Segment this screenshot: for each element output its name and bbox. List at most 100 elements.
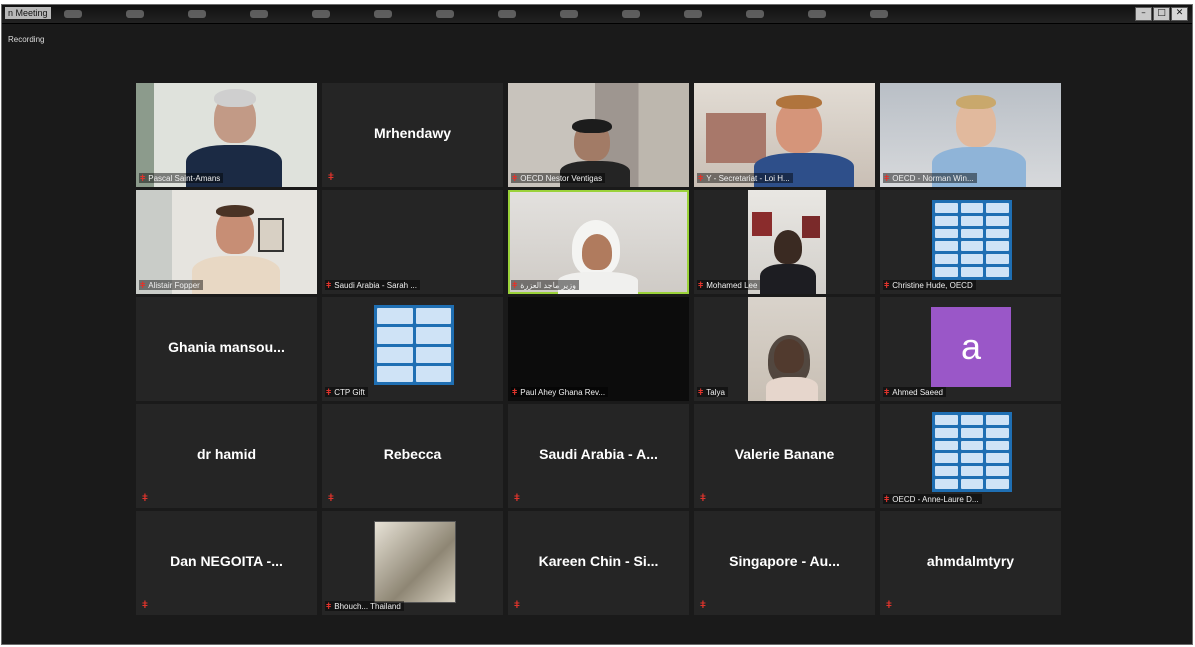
participant-tile[interactable]: ǂ CTP Gift: [322, 297, 503, 401]
participant-name: dr hamid: [196, 446, 257, 462]
muted-mic-icon: ǂ: [512, 280, 518, 290]
person-head: [582, 234, 612, 270]
person-hair: [572, 119, 612, 133]
muted-mic-icon: ǂ: [700, 600, 706, 611]
participant-name: Rebecca: [383, 446, 442, 462]
profile-photo: [374, 521, 456, 603]
muted-mic-icon: ǂ: [698, 387, 704, 397]
muted-mic-icon: ǂ: [328, 493, 334, 504]
participant-tile[interactable]: ǂ Paul Ahey Ghana Rev...: [508, 297, 689, 401]
participant-label: ǂ Paul Ahey Ghana Rev...: [511, 387, 609, 397]
person-hair: [216, 205, 254, 217]
minimize-button[interactable]: –: [1135, 7, 1152, 21]
participant-name: Mrhendawy: [373, 125, 451, 141]
participant-name: Dan NEGOITA -...: [170, 553, 283, 569]
meeting-window: n Meeting – □ ✕ Recording ǂ Pascal Saint-…: [1, 4, 1193, 645]
participant-name: Saudi Arabia - A...: [539, 446, 658, 462]
muted-mic-icon: ǂ: [326, 280, 332, 290]
person-hair: [214, 89, 256, 107]
person-body: [766, 377, 818, 401]
muted-mic-icon: ǂ: [326, 601, 332, 611]
person-body: [192, 256, 280, 294]
participant-tile[interactable]: ǂ Bhouch... Thailand: [322, 511, 503, 615]
muted-mic-icon: ǂ: [140, 173, 146, 183]
close-button[interactable]: ✕: [1171, 7, 1188, 21]
participant-label: ǂ OECD - Anne-Laure D...: [883, 494, 982, 504]
participant-tile[interactable]: Rebecca ǂ: [322, 404, 503, 508]
participant-tile[interactable]: Kareen Chin - Si... ǂ: [508, 511, 689, 615]
participant-tile[interactable]: Singapore - Au... ǂ: [694, 511, 875, 615]
participant-name: Singapore - Au...: [729, 553, 840, 569]
participant-tile[interactable]: ǂ OECD - Anne-Laure D...: [880, 404, 1061, 508]
participant-tile-active-speaker[interactable]: ǂ وزير ماجد العزرة: [508, 190, 689, 294]
muted-mic-icon: ǂ: [328, 172, 334, 183]
person-hair: [956, 95, 996, 109]
person-body: [760, 264, 816, 294]
muted-mic-icon: ǂ: [514, 600, 520, 611]
window-title: n Meeting: [5, 7, 51, 19]
person-hair: [776, 95, 822, 109]
participant-grid: ǂ Pascal Saint-Amans Mrhendawy ǂ ǂ OECD Ne…: [136, 83, 1061, 615]
participant-tile[interactable]: ǂ OECD - Norman Win...: [880, 83, 1061, 187]
muted-mic-icon: ǂ: [698, 173, 704, 183]
participant-label: ǂ وزير ماجد العزرة: [511, 280, 579, 290]
muted-mic-icon: ǂ: [884, 387, 890, 397]
muted-mic-icon: ǂ: [512, 387, 518, 397]
participant-tile[interactable]: ǂY - Secretariat - Loi H...: [694, 83, 875, 187]
participant-label: ǂ Christine Hude, OECD: [883, 280, 976, 290]
participant-label: ǂ Talya: [697, 387, 728, 397]
avatar: a: [931, 307, 1011, 387]
maximize-button[interactable]: □: [1153, 7, 1170, 21]
participant-name: Ghania mansou...: [168, 339, 285, 355]
participant-tile[interactable]: ǂ Pascal Saint-Amans: [136, 83, 317, 187]
participant-label: ǂ OECD - Norman Win...: [883, 173, 977, 183]
oecd-logo-image: [374, 305, 454, 385]
muted-mic-icon: ǂ: [886, 600, 892, 611]
muted-mic-icon: ǂ: [514, 493, 520, 504]
participant-tile[interactable]: ǂ Talya: [694, 297, 875, 401]
participant-label: ǂ Mohamed Lee: [697, 280, 761, 290]
participant-label: ǂ Ahmed Saeed: [883, 387, 946, 397]
participant-name: Kareen Chin - Si...: [538, 553, 659, 569]
recording-indicator: Recording: [8, 35, 45, 44]
participant-tile[interactable]: Mrhendawy ǂ: [322, 83, 503, 187]
muted-mic-icon: ǂ: [698, 280, 704, 290]
wall-frame: [258, 218, 284, 252]
participant-tile[interactable]: ǂ Christine Hude, OECD: [880, 190, 1061, 294]
muted-mic-icon: ǂ: [512, 173, 518, 183]
muted-mic-icon: ǂ: [884, 173, 890, 183]
participant-label: ǂ Pascal Saint-Amans: [139, 173, 224, 183]
participant-label: ǂ Bhouch... Thailand: [325, 601, 404, 611]
participant-label: ǂY - Secretariat - Loi H...: [697, 173, 793, 183]
participant-label: ǂ Alistair Fopper: [139, 280, 203, 290]
participant-tile[interactable]: Valerie Banane ǂ: [694, 404, 875, 508]
participant-tile[interactable]: ǂ OECD Nestor Ventigas: [508, 83, 689, 187]
title-bar: n Meeting – □ ✕: [2, 5, 1192, 24]
participant-tile[interactable]: dr hamid ǂ: [136, 404, 317, 508]
participant-name: Valerie Banane: [734, 446, 835, 462]
participant-tile[interactable]: ahmdalmtyry ǂ: [880, 511, 1061, 615]
muted-mic-icon: ǂ: [140, 280, 146, 290]
muted-mic-icon: ǂ: [142, 600, 148, 611]
oecd-logo-image: [932, 412, 1012, 492]
participant-tile[interactable]: ǂ Mohamed Lee: [694, 190, 875, 294]
toolbar-thumbnails: [64, 8, 904, 20]
muted-mic-icon: ǂ: [142, 493, 148, 504]
participant-tile[interactable]: ǂ Alistair Fopper: [136, 190, 317, 294]
participant-label: ǂ OECD Nestor Ventigas: [511, 173, 606, 183]
muted-mic-icon: ǂ: [884, 280, 890, 290]
participant-tile[interactable]: ǂ Saudi Arabia - Sarah ...: [322, 190, 503, 294]
wall-poster: [752, 212, 772, 236]
background-painting: [706, 113, 766, 163]
participant-tile[interactable]: a ǂ Ahmed Saeed: [880, 297, 1061, 401]
muted-mic-icon: ǂ: [884, 494, 890, 504]
participant-tile[interactable]: Dan NEGOITA -... ǂ: [136, 511, 317, 615]
participant-tile[interactable]: Ghania mansou...: [136, 297, 317, 401]
muted-mic-icon: ǂ: [326, 387, 332, 397]
window-controls: – □ ✕: [1135, 7, 1188, 21]
participant-name: ahmdalmtyry: [926, 553, 1015, 569]
participant-tile[interactable]: Saudi Arabia - A... ǂ: [508, 404, 689, 508]
muted-mic-icon: ǂ: [700, 493, 706, 504]
person-head: [774, 230, 802, 264]
participant-label: ǂ CTP Gift: [325, 387, 368, 397]
